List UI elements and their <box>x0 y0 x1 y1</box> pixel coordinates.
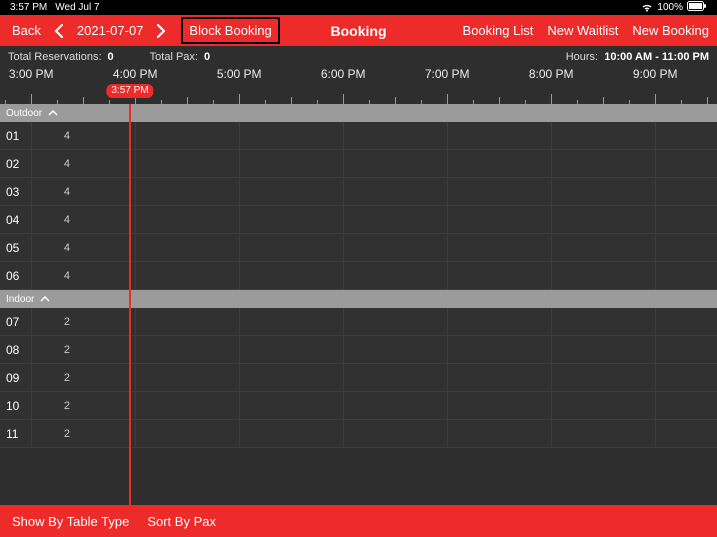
hours-value: 10:00 AM - 11:00 PM <box>604 51 709 63</box>
table-id: 05 <box>0 241 28 255</box>
table-row[interactable]: 034 <box>0 178 717 206</box>
table-id: 06 <box>0 269 28 283</box>
table-row[interactable]: 054 <box>0 234 717 262</box>
table-id: 09 <box>0 371 28 385</box>
show-by-table-type-button[interactable]: Show By Table Type <box>12 514 129 529</box>
timeline[interactable]: 3:00 PM 4:00 PM 5:00 PM 6:00 PM 7:00 PM 8:00 … <box>0 67 717 505</box>
back-button[interactable]: Back <box>8 19 45 42</box>
timeline-body[interactable]: Outdoor014024034044054064Indoor072082092… <box>0 104 717 505</box>
now-time-line <box>129 104 131 505</box>
table-id: 10 <box>0 399 28 413</box>
row-grid[interactable] <box>78 364 717 391</box>
section-header[interactable]: Indoor <box>0 290 717 308</box>
total-pax-label: Total Pax: <box>150 51 198 63</box>
row-grid[interactable] <box>78 308 717 335</box>
table-capacity: 4 <box>28 186 78 198</box>
row-grid[interactable] <box>78 150 717 177</box>
sort-by-pax-button[interactable]: Sort By Pax <box>147 514 216 529</box>
time-label: 6:00 PM <box>321 67 366 81</box>
status-bar: 3:57 PM Wed Jul 7 100% <box>0 0 717 15</box>
time-label: 9:00 PM <box>633 67 678 81</box>
section-name: Outdoor <box>6 108 42 119</box>
summary-bar: Total Reservations: 0 Total Pax: 0 Hours… <box>0 46 717 67</box>
chevron-up-icon <box>40 296 50 302</box>
prev-date-button[interactable] <box>53 23 65 39</box>
table-capacity: 4 <box>28 214 78 226</box>
block-booking-button[interactable]: Block Booking <box>181 17 279 44</box>
total-reservations-label: Total Reservations: <box>8 51 102 63</box>
table-capacity: 4 <box>28 130 78 142</box>
table-capacity: 2 <box>28 316 78 328</box>
table-id: 01 <box>0 129 28 143</box>
status-date: Wed Jul 7 <box>55 2 99 13</box>
table-capacity: 4 <box>28 242 78 254</box>
table-row[interactable]: 102 <box>0 392 717 420</box>
table-row[interactable]: 092 <box>0 364 717 392</box>
table-capacity: 2 <box>28 372 78 384</box>
time-label: 7:00 PM <box>425 67 470 81</box>
status-time: 3:57 PM <box>10 2 47 13</box>
battery-icon <box>687 1 707 14</box>
total-reservations-value: 0 <box>108 51 114 63</box>
total-pax-value: 0 <box>204 51 210 63</box>
wifi-icon <box>641 3 653 12</box>
table-capacity: 2 <box>28 400 78 412</box>
row-grid[interactable] <box>78 122 717 149</box>
table-row[interactable]: 082 <box>0 336 717 364</box>
section-header[interactable]: Outdoor <box>0 104 717 122</box>
table-id: 04 <box>0 213 28 227</box>
page-title: Booking <box>331 23 387 39</box>
table-row[interactable]: 112 <box>0 420 717 448</box>
row-grid[interactable] <box>78 262 717 289</box>
row-grid[interactable] <box>78 420 717 447</box>
row-grid[interactable] <box>78 206 717 233</box>
table-id: 08 <box>0 343 28 357</box>
now-time-badge: 3:57 PM <box>106 84 153 98</box>
app-header: Back 2021-07-07 Block Booking Booking Bo… <box>0 15 717 46</box>
new-booking-button[interactable]: New Booking <box>632 23 709 38</box>
table-capacity: 2 <box>28 428 78 440</box>
time-label: 8:00 PM <box>529 67 574 81</box>
time-label: 3:00 PM <box>9 67 54 81</box>
row-grid[interactable] <box>78 234 717 261</box>
time-header: 3:00 PM 4:00 PM 5:00 PM 6:00 PM 7:00 PM 8:00 … <box>0 67 717 84</box>
table-id: 11 <box>0 427 28 441</box>
battery-percent: 100% <box>657 2 683 13</box>
date-picker[interactable]: 2021-07-07 <box>73 23 148 38</box>
table-id: 02 <box>0 157 28 171</box>
time-label: 4:00 PM <box>113 67 158 81</box>
row-grid[interactable] <box>78 392 717 419</box>
time-label: 5:00 PM <box>217 67 262 81</box>
table-row[interactable]: 072 <box>0 308 717 336</box>
table-row[interactable]: 024 <box>0 150 717 178</box>
row-grid[interactable] <box>78 178 717 205</box>
booking-list-button[interactable]: Booking List <box>463 23 534 38</box>
footer-bar: Show By Table Type Sort By Pax <box>0 505 717 537</box>
chevron-up-icon <box>48 110 58 116</box>
table-capacity: 4 <box>28 158 78 170</box>
table-id: 03 <box>0 185 28 199</box>
table-row[interactable]: 044 <box>0 206 717 234</box>
table-row[interactable]: 064 <box>0 262 717 290</box>
row-grid[interactable] <box>78 336 717 363</box>
hours-label: Hours: <box>566 51 598 63</box>
table-id: 07 <box>0 315 28 329</box>
next-date-button[interactable] <box>155 23 167 39</box>
new-waitlist-button[interactable]: New Waitlist <box>547 23 618 38</box>
table-capacity: 2 <box>28 344 78 356</box>
table-row[interactable]: 014 <box>0 122 717 150</box>
section-name: Indoor <box>6 294 34 305</box>
table-capacity: 4 <box>28 270 78 282</box>
